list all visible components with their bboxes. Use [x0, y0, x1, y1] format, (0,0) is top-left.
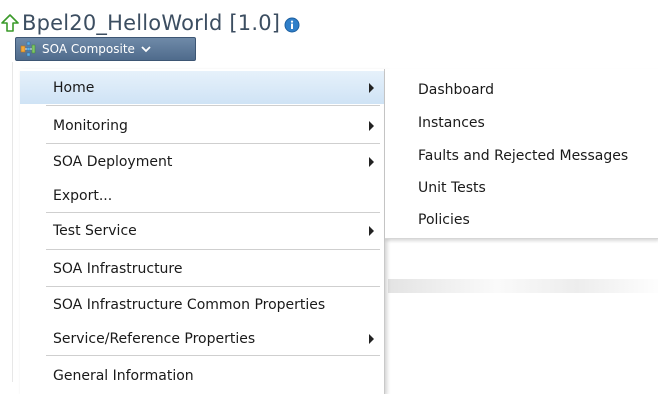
- composite-icon: [20, 41, 36, 57]
- menu-divider: [46, 105, 380, 106]
- menu-item-label: Monitoring: [53, 117, 128, 134]
- menu-item-soa-infrastructure-common-properties[interactable]: SOA Infrastructure Common Properties: [20, 288, 384, 321]
- submenu-item-label: Faults and Rejected Messages: [418, 148, 629, 164]
- menu-item-general-information[interactable]: General Information: [20, 359, 384, 392]
- home-submenu: Dashboard Instances Faults and Rejected …: [385, 69, 658, 239]
- menu-divider: [46, 286, 380, 287]
- menu-divider: [46, 249, 380, 250]
- submenu-item-policies[interactable]: Policies: [385, 205, 658, 235]
- menu-item-soa-deployment[interactable]: SOA Deployment: [20, 145, 384, 178]
- menu-item-test-service[interactable]: Test Service: [20, 214, 384, 247]
- menu-divider: [46, 143, 380, 144]
- menu-item-label: SOA Infrastructure: [53, 260, 183, 277]
- menu-item-home[interactable]: Home: [20, 71, 384, 104]
- submenu-item-dashboard[interactable]: Dashboard: [385, 75, 658, 105]
- menu-item-monitoring[interactable]: Monitoring: [20, 109, 384, 142]
- page-header: Bpel20_HelloWorld [1.0]: [0, 8, 300, 38]
- page-title: Bpel20_HelloWorld [1.0]: [22, 10, 281, 35]
- submenu-item-faults-and-rejected-messages[interactable]: Faults and Rejected Messages: [385, 141, 658, 171]
- chevron-down-icon: [141, 46, 151, 53]
- menu-item-label: SOA Infrastructure Common Properties: [53, 296, 326, 313]
- page-divider: [12, 62, 13, 382]
- submenu-arrow-icon: [369, 120, 374, 131]
- menu-item-export[interactable]: Export...: [20, 179, 384, 212]
- menu-item-label: Home: [53, 79, 95, 96]
- green-up-arrow-icon[interactable]: [1, 14, 19, 32]
- submenu-item-label: Instances: [418, 115, 485, 131]
- submenu-item-label: Policies: [418, 212, 470, 228]
- menu-item-service-reference-properties[interactable]: Service/Reference Properties: [20, 322, 384, 355]
- submenu-arrow-icon: [369, 225, 374, 236]
- submenu-arrow-icon: [369, 333, 374, 344]
- submenu-item-label: Dashboard: [418, 82, 494, 98]
- info-icon[interactable]: [284, 17, 300, 33]
- submenu-item-label: Unit Tests: [418, 180, 486, 196]
- background-content: [388, 279, 658, 293]
- soa-composite-label: SOA Composite: [42, 42, 135, 56]
- menu-item-soa-infrastructure[interactable]: SOA Infrastructure: [20, 252, 384, 285]
- soa-composite-menu-button[interactable]: SOA Composite: [15, 37, 196, 61]
- submenu-arrow-icon: [369, 82, 374, 93]
- menu-item-label: Test Service: [53, 222, 137, 239]
- submenu-item-unit-tests[interactable]: Unit Tests: [385, 173, 658, 203]
- menu-item-label: Service/Reference Properties: [53, 330, 256, 347]
- menu-item-label: SOA Deployment: [53, 153, 173, 170]
- menu-item-label: Export...: [53, 187, 113, 204]
- menu-divider: [46, 212, 380, 213]
- menu-item-label: General Information: [53, 367, 194, 384]
- submenu-arrow-icon: [369, 156, 374, 167]
- submenu-item-instances[interactable]: Instances: [385, 108, 658, 138]
- soa-composite-menu: Home Monitoring SOA Deployment Export...…: [20, 69, 385, 394]
- menu-divider: [46, 355, 380, 356]
